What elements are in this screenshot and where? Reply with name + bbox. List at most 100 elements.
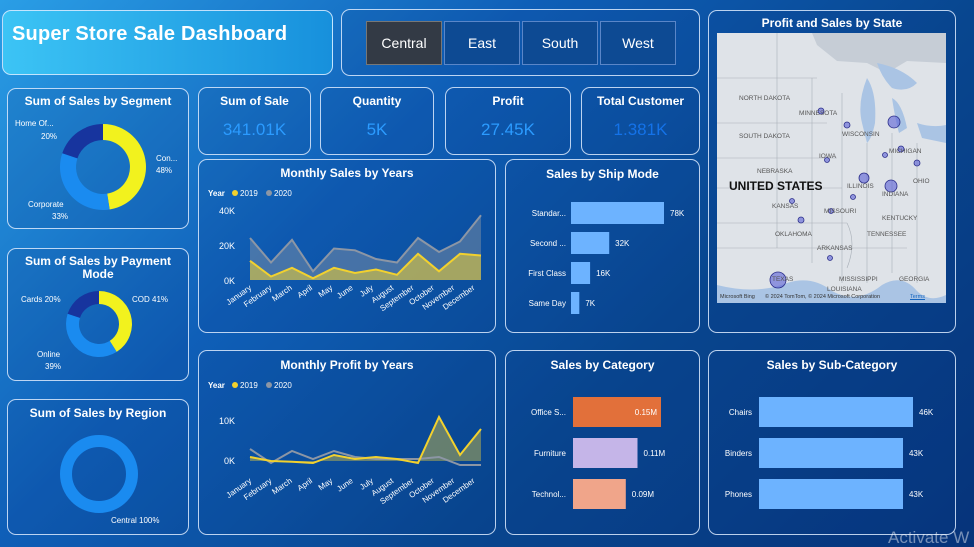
state-label: MISSISSIPPI <box>839 276 878 283</box>
region-option-south[interactable]: South <box>522 21 598 65</box>
payment-card: Sum of Sales by Payment Mode COD 41% Onl… <box>7 248 189 381</box>
bar-category-label: Furniture <box>534 449 567 458</box>
y-tick-label: 20K <box>219 241 235 251</box>
monthly-sales-card: Monthly Sales by Years Year 2019 2020 40… <box>198 159 496 333</box>
bar-category-label: Binders <box>725 449 752 458</box>
bar-value-label: 46K <box>919 408 934 417</box>
bar[interactable] <box>759 397 913 427</box>
donut-slice-online[interactable] <box>66 313 117 357</box>
state-label: TEXAS <box>772 276 794 283</box>
legend-item: 2020 <box>274 381 292 390</box>
sub-category-chart: Chairs 46K Binders 43K Phones 43K <box>725 397 934 509</box>
region-donut-chart: Central 100% <box>60 435 159 525</box>
region-card: Sum of Sales by Region Central 100% <box>7 399 189 535</box>
kpi-total-customer: Total Customer 1.381K <box>581 87 700 155</box>
state-label: KENTUCKY <box>882 215 918 222</box>
ship-mode-chart: Standar... 78K Second ... 32K First Class 16K… <box>528 202 685 314</box>
region-label: Central 100% <box>111 516 159 525</box>
donut-slice-homeof[interactable] <box>62 123 103 159</box>
ship-mode-card: Sales by Ship Mode Standar... 78K Second .… <box>505 159 700 333</box>
payment-label-name: Online <box>37 350 61 359</box>
segment-label-name: Con... <box>156 154 177 163</box>
donut-slice-corporate[interactable] <box>59 153 110 210</box>
state-label: KANSAS <box>772 203 799 210</box>
kpi-value: 341.01K <box>222 120 287 139</box>
state-map[interactable]: UNITED STATES NORTH DAKOTA MINNESOTA SOU… <box>717 33 946 303</box>
dashboard-title: Super Store Sale Dashboard <box>12 23 288 45</box>
bar-category-label: Second ... <box>530 239 566 248</box>
segment-label-name: Home Of... <box>15 119 54 128</box>
state-label: ARKANSAS <box>817 245 853 252</box>
legend-item: 2019 <box>240 189 258 198</box>
region-option-west[interactable]: West <box>600 21 676 65</box>
kpi-value: 5K <box>366 120 388 139</box>
bar[interactable] <box>571 292 580 314</box>
state-label: OKLAHOMA <box>775 231 812 238</box>
monthly-profit-card: Monthly Profit by Years Year 2019 2020 1… <box>198 350 496 535</box>
map-brand: Microsoft Bing <box>720 294 755 300</box>
kpi-label: Quantity <box>352 94 402 108</box>
x-tick-label: June <box>335 476 355 494</box>
state-label: NEBRASKA <box>757 168 793 175</box>
x-tick-label: April <box>296 476 314 493</box>
bar-category-label: Standar... <box>532 209 566 218</box>
bar-value-label: 0.09M <box>632 490 655 499</box>
donut-slice-con[interactable] <box>103 124 146 210</box>
bar[interactable] <box>759 479 903 509</box>
bar-value-label: 32K <box>615 239 630 248</box>
bar-category-label: First Class <box>528 269 566 278</box>
map-card: Profit and Sales by State UNITED STATES … <box>708 10 956 333</box>
state-label: LOUISIANA <box>827 286 862 293</box>
y-tick-label: 0K <box>224 456 235 466</box>
state-label: GEORGIA <box>899 276 930 283</box>
state-label: IOWA <box>819 153 837 160</box>
legend-title: Year <box>208 381 225 390</box>
bar[interactable] <box>571 262 591 284</box>
bar[interactable] <box>573 479 626 509</box>
bar-category-label: Same Day <box>529 299 566 308</box>
legend-item: 2020 <box>274 189 292 198</box>
payment-label-pct: 39% <box>45 362 61 371</box>
segment-label-pct: 20% <box>41 132 57 141</box>
legend-swatch-2020 <box>266 382 272 388</box>
kpi-label: Sum of Sale <box>220 94 289 108</box>
bar[interactable] <box>759 438 903 468</box>
donut-slice-cod[interactable] <box>99 291 132 352</box>
state-label: INDIANA <box>882 191 909 198</box>
bar[interactable] <box>573 438 638 468</box>
kpi-profit: Profit 27.45K <box>445 87 571 155</box>
sub-category-card: Sales by Sub-Category Chairs 46K Binders 43… <box>708 350 956 535</box>
map-graphic: UNITED STATES <box>717 33 946 303</box>
category-chart: Office S... 0.15M Furniture 0.11M Technol...… <box>531 397 666 509</box>
legend-item: 2019 <box>240 381 258 390</box>
kpi-value: 27.45K <box>481 120 535 139</box>
segment-card: Sum of Sales by Segment Con... 48% Corpo… <box>7 88 189 229</box>
state-label: MISSOURI <box>824 208 857 215</box>
bar-value-label: 16K <box>596 269 611 278</box>
bar[interactable] <box>571 202 664 224</box>
state-label: TENNESSEE <box>867 231 907 238</box>
region-option-east[interactable]: East <box>444 21 520 65</box>
legend-swatch-2019 <box>232 382 238 388</box>
donut-slice-cards[interactable] <box>67 291 99 318</box>
x-tick-label: June <box>335 283 355 301</box>
bar-value-label: 78K <box>670 209 685 218</box>
kpi-quantity: Quantity 5K <box>320 87 434 155</box>
state-label: MINNESOTA <box>799 110 838 117</box>
segment-donut-chart: Con... 48% Corporate 33% Home Of... 20% <box>15 119 177 221</box>
map-title: Profit and Sales by State <box>761 16 903 30</box>
bar[interactable] <box>571 232 610 254</box>
bar-value-label: 0.11M <box>644 449 666 458</box>
donut-slice-central[interactable] <box>60 435 138 513</box>
region-option-central[interactable]: Central <box>366 21 442 65</box>
bar-category-label: Chairs <box>729 408 752 417</box>
map-country-label: UNITED STATES <box>729 179 823 193</box>
map-terms-link[interactable]: Terms <box>910 294 925 300</box>
bar-category-label: Technol... <box>532 490 566 499</box>
bar-value-label: 43K <box>909 449 924 458</box>
bar-category-label: Office S... <box>531 408 566 417</box>
payment-label: COD 41% <box>132 295 168 304</box>
kpi-label: Total Customer <box>596 94 685 108</box>
segment-label-name: Corporate <box>28 200 64 209</box>
kpi-label: Profit <box>492 94 524 108</box>
